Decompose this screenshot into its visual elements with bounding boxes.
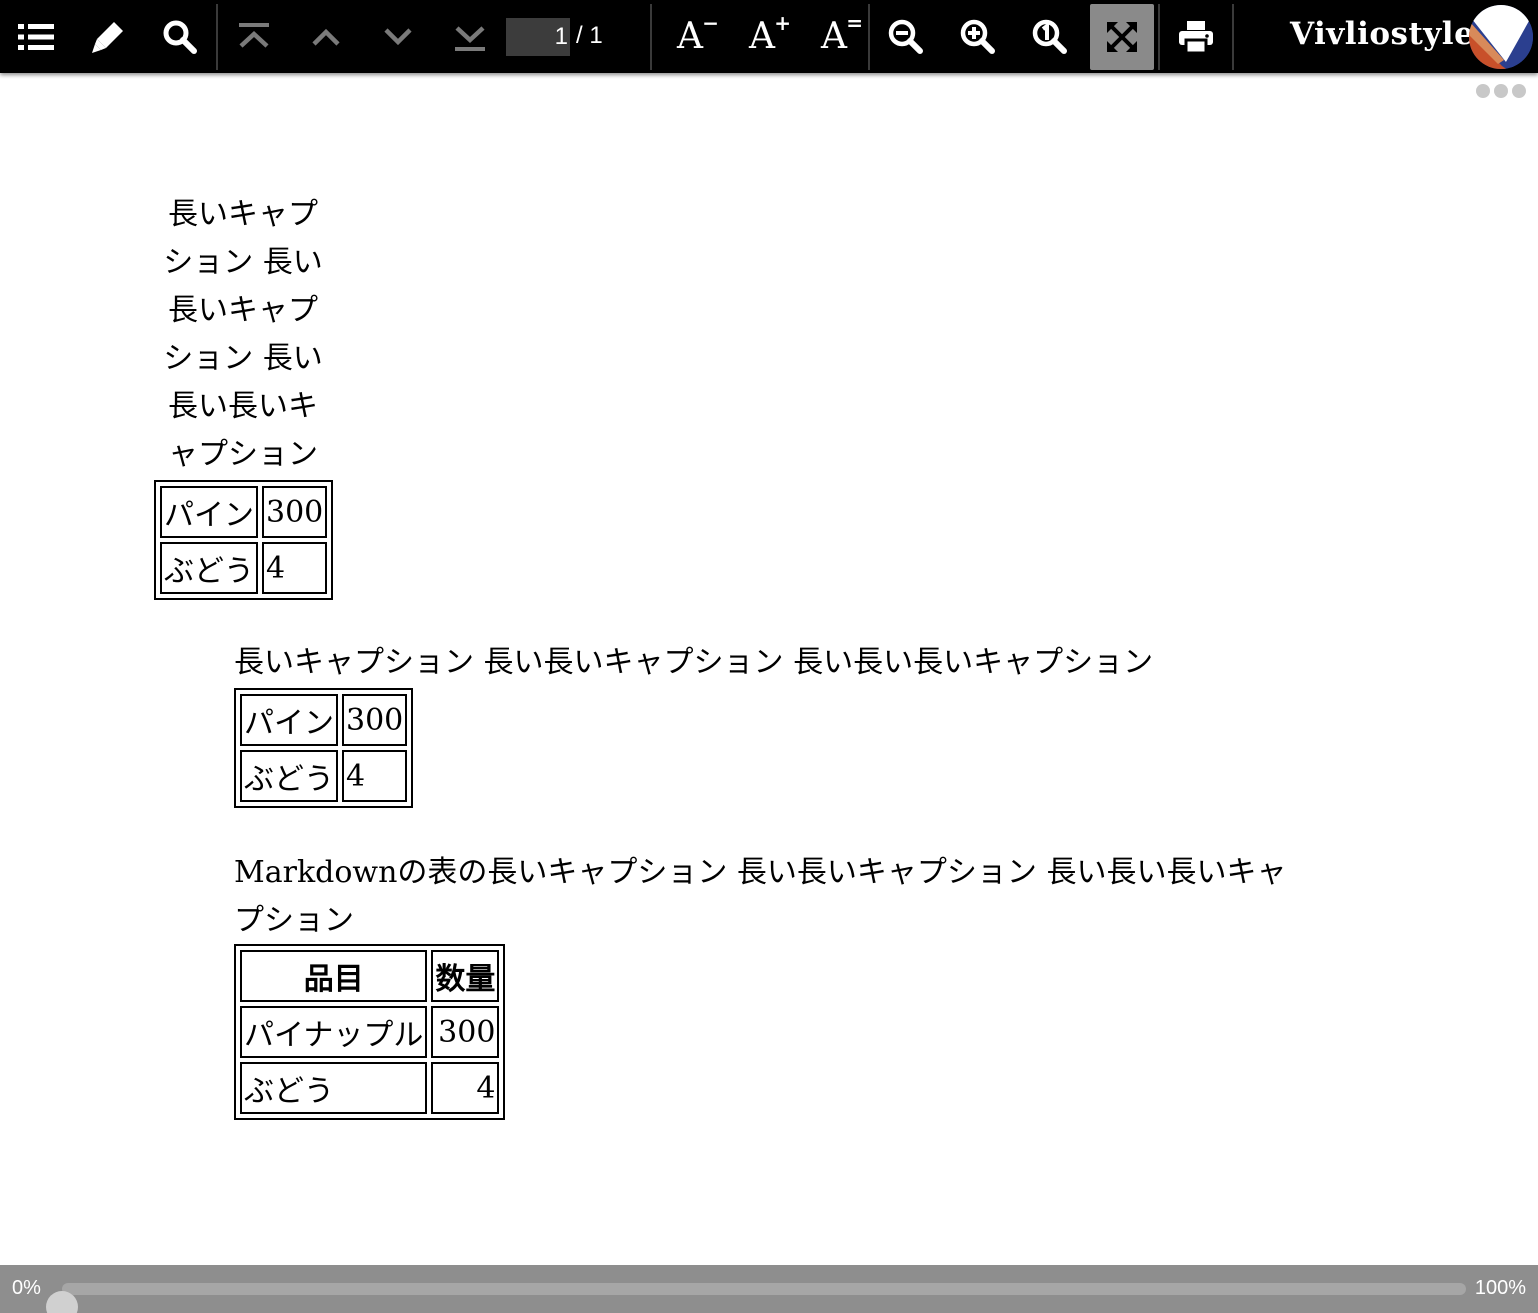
first-page-button[interactable]: [222, 4, 286, 70]
vivliostyle-logo-icon[interactable]: [1468, 4, 1534, 70]
caption-line: 長い長いキ: [168, 389, 318, 424]
caption-line: ション 長い: [163, 341, 323, 376]
table-cell: 4: [431, 1062, 500, 1114]
table-header-row: 品目 数量: [240, 950, 500, 1002]
expand-arrows-icon: [1106, 21, 1138, 53]
table-header-item: 品目: [240, 950, 428, 1002]
table1-caption: 長いキャプ ション 長い 長いキャプ ション 長い 長い長いキ ャプション: [158, 191, 328, 479]
next-page-button[interactable]: [366, 4, 430, 70]
fit-page-button[interactable]: [1090, 4, 1154, 70]
zoom-in-button[interactable]: [946, 4, 1010, 70]
font-decrease-button[interactable]: A −: [658, 4, 722, 70]
font-decrease-icon: A −: [677, 13, 719, 57]
table2-caption: 長いキャプション 長い長いキャプション 長い長い長いキャプション: [234, 645, 1154, 680]
table-row: パイナップル 300: [240, 1006, 500, 1058]
font-mark: −: [702, 11, 719, 35]
table-2: パイン 300 ぶどう 4: [234, 688, 414, 808]
chevron-down-icon: [382, 25, 414, 49]
progress-bar: 0% 100%: [0, 1265, 1538, 1313]
table-1: パイン 300 ぶどう 4: [154, 480, 334, 600]
search-button[interactable]: [148, 4, 212, 70]
chevron-up-icon: [310, 25, 342, 49]
page-number-input[interactable]: [506, 18, 570, 56]
marker-button[interactable]: [76, 4, 140, 70]
table-header-quantity: 数量: [431, 950, 500, 1002]
caption-line: 長いキャプ: [168, 293, 318, 328]
font-glyph: A: [677, 16, 703, 57]
table-cell: パイン: [160, 486, 258, 538]
marker-pen-icon: [90, 19, 126, 55]
brand-name[interactable]: Vivliostyle: [1290, 16, 1474, 52]
progress-track[interactable]: [46, 1283, 1466, 1313]
toolbar-separator: [1232, 4, 1234, 70]
table-cell: ぶどう: [240, 1062, 428, 1114]
table3-caption: Markdownの表の長いキャプション 長い長いキャプション 長い長い長いキャプ…: [234, 855, 1287, 938]
font-mark: +: [774, 11, 791, 35]
progress-start-label: 0%: [12, 1277, 41, 1299]
zoom-out-button[interactable]: [874, 4, 938, 70]
table-row: ぶどう 4: [160, 542, 328, 594]
zoom-in-icon: [960, 19, 996, 55]
table-cell: パイン: [240, 694, 338, 746]
table-cell: 300: [342, 694, 408, 746]
page-total: / 1: [576, 22, 603, 49]
caption-line: ション 長い: [163, 245, 323, 280]
table-cell: パイナップル: [240, 1006, 428, 1058]
search-icon: [162, 19, 198, 55]
table-row: パイン 300: [240, 694, 408, 746]
table-cell: 300: [431, 1006, 500, 1058]
table-cell: ぶどう: [160, 542, 258, 594]
toc-button[interactable]: [4, 4, 68, 70]
progress-end-label: 100%: [1474, 1277, 1526, 1299]
first-page-icon: [236, 22, 272, 52]
zoom-out-icon: [888, 19, 924, 55]
last-page-icon: [452, 22, 488, 52]
font-glyph: A: [821, 16, 847, 57]
font-reset-icon: A =: [821, 13, 863, 57]
table-cell: 300: [262, 486, 328, 538]
last-page-button[interactable]: [438, 4, 502, 70]
caption-line: ャプション: [168, 437, 318, 472]
caption-line: 長いキャプ: [168, 197, 318, 232]
toolbar-separator: [650, 4, 652, 70]
printer-icon: [1178, 20, 1214, 54]
viewer-toolbar: / 1 A− A+ A=: [0, 0, 1538, 73]
font-mark: =: [846, 11, 863, 35]
font-increase-icon: A +: [749, 13, 791, 57]
zoom-actual-button[interactable]: [1018, 4, 1082, 70]
table-row: ぶどう 4: [240, 750, 408, 802]
toolbar-separator: [1158, 4, 1160, 70]
document-page: 長いキャプ ション 長い 長いキャプ ション 長い 長い長いキ ャプション パイ…: [0, 73, 1538, 1265]
toolbar-separator: [868, 4, 870, 70]
table-row: パイン 300: [160, 486, 328, 538]
font-increase-button[interactable]: A +: [730, 4, 794, 70]
prev-page-button[interactable]: [294, 4, 358, 70]
zoom-actual-size-icon: [1032, 19, 1068, 55]
font-glyph: A: [749, 16, 775, 57]
table-3: 品目 数量 パイナップル 300 ぶどう 4: [234, 944, 506, 1120]
table-cell: 4: [262, 542, 328, 594]
toolbar-separator: [216, 4, 218, 70]
list-icon: [18, 22, 54, 52]
progress-slider-thumb[interactable]: [46, 1291, 78, 1313]
table-cell: ぶどう: [240, 750, 338, 802]
font-reset-button[interactable]: A =: [802, 4, 866, 70]
table-row: ぶどう 4: [240, 1062, 500, 1114]
table-cell: 4: [342, 750, 408, 802]
print-button[interactable]: [1164, 4, 1228, 70]
